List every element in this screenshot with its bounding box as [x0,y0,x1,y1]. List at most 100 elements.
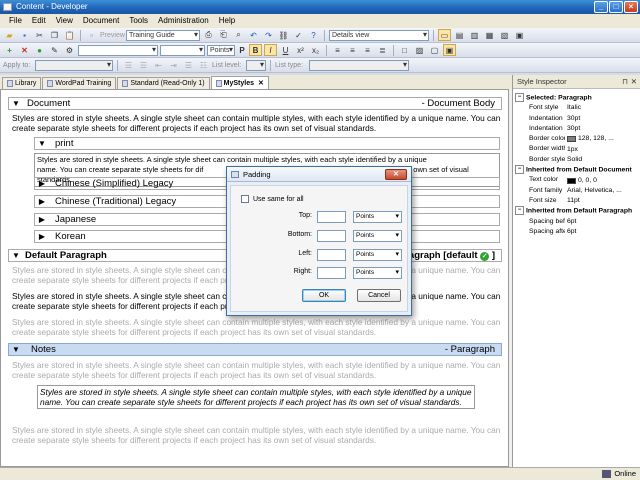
collapse-arrow-icon[interactable]: ▼ [9,99,23,108]
menu-document[interactable]: Document [78,14,124,28]
list-icon[interactable]: ☰ [182,59,195,71]
maximize-button[interactable]: □ [609,1,623,13]
numbering-icon[interactable]: ☰ [137,59,150,71]
open-folder-icon[interactable]: ▰ [3,29,16,41]
cancel-button[interactable]: Cancel [357,289,401,302]
italic-icon[interactable]: I [264,44,277,56]
padding-left-input[interactable] [317,249,346,261]
expand-arrow-icon[interactable]: ▶ [35,197,49,206]
indent-icon[interactable]: ⇥ [167,59,180,71]
menu-edit[interactable]: Edit [27,14,51,28]
dialog-title-bar[interactable]: Padding ✕ [227,167,411,182]
padding-bottom-input[interactable] [317,230,346,242]
frame-icon[interactable]: ▢ [428,44,441,56]
minimize-button[interactable]: _ [594,1,608,13]
tab-standard[interactable]: Standard (Read-Only 1) [117,77,210,89]
expand-arrow-icon[interactable]: ▶ [35,179,49,188]
find-icon[interactable]: ⌕ [232,29,245,41]
list-settings-icon[interactable]: ☷ [197,59,210,71]
delete-icon[interactable]: ✕ [18,44,31,56]
layout-grid-icon[interactable]: ▦ [483,29,496,41]
print-icon[interactable]: ⎙ [202,29,215,41]
font-combo[interactable] [160,44,205,56]
padding-top-input[interactable] [317,211,346,223]
style-combo[interactable] [78,44,158,56]
bold-button[interactable]: P [237,44,247,56]
checkbox[interactable] [241,195,249,203]
tab-wordpad-training[interactable]: WordPad Training [42,77,117,89]
project-combo[interactable]: Training Guide [126,29,200,41]
tab-mystyles[interactable]: MyStyles ✕ [210,76,269,89]
menu-administration[interactable]: Administration [153,14,214,28]
inspector-group-inherited-document[interactable]: Inherited from Default Document [513,165,640,175]
preview-button[interactable]: Preview [100,32,125,39]
print-preview-icon[interactable]: ⎗ [217,29,230,41]
padding-bottom-unit-select[interactable]: Points [353,230,402,242]
settings-icon[interactable]: ⚙ [63,44,76,56]
layout-full-icon[interactable]: ▣ [513,29,526,41]
cut-icon[interactable]: ✂ [33,29,46,41]
border-icon[interactable]: □ [398,44,411,56]
accept-icon[interactable]: ● [33,44,46,56]
dialog-close-button[interactable]: ✕ [385,169,407,180]
inspector-group-inherited-paragraph[interactable]: Inherited from Default Paragraph [513,206,640,216]
link-icon[interactable]: ⛓ [277,29,290,41]
tab-library[interactable]: Library [2,77,42,89]
unit-combo[interactable]: Points [207,44,235,56]
bold-icon[interactable]: B [249,44,262,56]
section-print[interactable]: ▼ print [34,137,500,150]
preview-icon[interactable]: ▫ [85,29,98,41]
padding-left-unit-select[interactable]: Points [353,249,402,261]
layout-split-icon[interactable]: ▤ [453,29,466,41]
close-tab-icon[interactable]: ✕ [258,78,264,89]
section-document[interactable]: ▼ Document - Document Body [8,97,502,110]
list-level-combo[interactable] [246,59,266,71]
save-icon[interactable]: ▪ [18,29,31,41]
expand-arrow-icon[interactable]: ▶ [35,232,49,241]
bullets-icon[interactable]: ☰ [122,59,135,71]
layout-panes-icon[interactable]: ▧ [498,29,511,41]
redo-icon[interactable]: ↷ [262,29,275,41]
superscript-icon[interactable]: x² [294,44,307,56]
ok-button[interactable]: OK [302,289,346,302]
section-notes[interactable]: ▼ Notes - Paragraph [8,343,502,356]
spell-check-icon[interactable]: ✓ [292,29,305,41]
padding-top-unit-select[interactable]: Points [353,211,402,223]
subscript-icon[interactable]: x₂ [309,44,322,56]
menu-file[interactable]: File [4,14,27,28]
inspector-group-selected[interactable]: Selected: Paragraph [513,93,640,103]
align-left-icon[interactable]: ≡ [331,44,344,56]
close-button[interactable]: × [624,1,638,13]
use-same-for-all-checkbox[interactable]: Use same for all [241,195,304,203]
layout-single-icon[interactable]: ▭ [438,29,451,41]
expand-arrow-icon[interactable]: ▶ [35,215,49,224]
document-body-text[interactable]: Styles are stored in style sheets. A sin… [12,113,506,133]
add-icon[interactable]: + [3,44,16,56]
close-panel-icon[interactable]: ✕ [631,75,637,89]
padding-right-unit-select[interactable]: Points [353,267,402,279]
menu-tools[interactable]: Tools [124,14,153,28]
paste-icon[interactable]: 📋 [63,29,76,41]
padding-right-input[interactable] [317,267,346,279]
layout-columns-icon[interactable]: ▥ [468,29,481,41]
notes-text[interactable]: Styles are stored in style sheets. A sin… [37,385,475,409]
align-right-icon[interactable]: ≡ [361,44,374,56]
align-center-icon[interactable]: ≡ [346,44,359,56]
collapse-arrow-icon[interactable]: ▼ [9,251,23,260]
menu-help[interactable]: Help [214,14,240,28]
shading-icon[interactable]: ▨ [413,44,426,56]
padding-icon[interactable]: ▣ [443,44,456,56]
copy-icon[interactable]: ❐ [48,29,61,41]
menu-view[interactable]: View [51,14,78,28]
view-combo[interactable]: Details view [329,29,429,41]
apply-to-combo[interactable] [35,59,113,71]
undo-icon[interactable]: ↶ [247,29,260,41]
pin-icon[interactable]: ⊓ [622,75,628,89]
underline-icon[interactable]: U [279,44,292,56]
edit-icon[interactable]: ✎ [48,44,61,56]
collapse-arrow-icon[interactable]: ▼ [35,139,49,148]
outdent-icon[interactable]: ⇤ [152,59,165,71]
justify-icon[interactable]: ≣ [376,44,389,56]
list-type-combo[interactable] [309,59,409,71]
help-icon[interactable]: ? [307,29,320,41]
